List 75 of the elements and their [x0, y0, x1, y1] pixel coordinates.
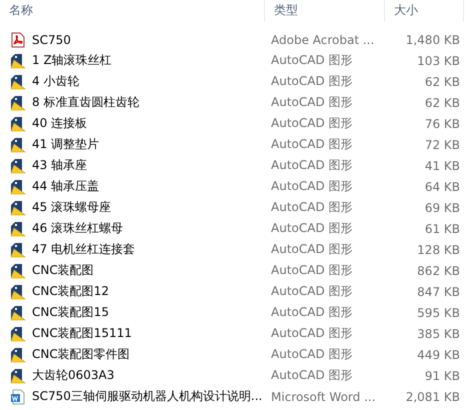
- file-type: AutoCAD 图形: [270, 115, 354, 132]
- autocad-file-icon: [10, 116, 26, 132]
- file-type: AutoCAD 图形: [270, 220, 354, 237]
- file-name[interactable]: 41 调整垫片: [32, 136, 100, 153]
- file-name[interactable]: CNC装配图12: [32, 283, 110, 300]
- file-type: AutoCAD 图形: [270, 346, 354, 363]
- file-name[interactable]: CNC装配图15111: [32, 325, 132, 342]
- file-type: AutoCAD 图形: [270, 94, 354, 111]
- file-size: 862 KB: [416, 264, 460, 278]
- autocad-file-icon: [10, 262, 26, 278]
- file-name[interactable]: 47 电机丝杠连接套: [32, 241, 136, 258]
- file-name[interactable]: 40 连接板: [32, 115, 88, 132]
- file-size: 847 KB: [416, 284, 460, 298]
- autocad-file-icon: [10, 304, 26, 320]
- file-type: AutoCAD 图形: [270, 367, 354, 384]
- file-type: AutoCAD 图形: [270, 262, 354, 279]
- autocad-file-icon: [10, 368, 26, 384]
- file-type: Adobe Acrobat ...: [270, 32, 376, 46]
- file-type: Microsoft Word ...: [270, 390, 377, 404]
- file-size: 1,480 KB: [404, 32, 460, 46]
- file-size: 64 KB: [424, 180, 460, 194]
- file-type: AutoCAD 图形: [270, 52, 354, 69]
- column-header[interactable]: 名称: [0, 0, 265, 22]
- file-type: AutoCAD 图形: [270, 283, 354, 300]
- file-size: 385 KB: [416, 326, 460, 340]
- file-size: 62 KB: [424, 74, 460, 88]
- column-header[interactable]: 类型: [265, 0, 385, 22]
- file-size: 69 KB: [424, 200, 460, 214]
- file-name[interactable]: CNC装配图零件图: [32, 346, 130, 363]
- file-type: AutoCAD 图形: [270, 157, 354, 174]
- file-type: AutoCAD 图形: [270, 241, 354, 258]
- file-size: 2,081 KB: [404, 390, 460, 404]
- autocad-file-icon: [10, 136, 26, 152]
- file-name[interactable]: 43 轴承座: [32, 157, 88, 174]
- file-name[interactable]: CNC装配图: [32, 262, 94, 279]
- file-type: AutoCAD 图形: [270, 304, 354, 321]
- file-name[interactable]: CNC装配图15: [32, 304, 110, 321]
- file-name[interactable]: 45 滚珠螺母座: [32, 199, 112, 216]
- file-size: 41 KB: [424, 158, 460, 172]
- file-type: AutoCAD 图形: [270, 73, 354, 90]
- file-size: 62 KB: [424, 96, 460, 110]
- autocad-file-icon: [10, 52, 26, 68]
- file-name[interactable]: 大齿轮0603A3: [32, 367, 114, 384]
- file-name[interactable]: SC750: [32, 32, 71, 46]
- file-size: 61 KB: [424, 222, 460, 236]
- file-type: AutoCAD 图形: [270, 178, 354, 195]
- file-name[interactable]: 46 滚珠丝杠螺母: [32, 220, 124, 237]
- file-size: 128 KB: [416, 242, 460, 256]
- pdf-file-icon: [10, 32, 26, 48]
- autocad-file-icon: [10, 200, 26, 216]
- file-type: AutoCAD 图形: [270, 136, 354, 153]
- file-size: 103 KB: [416, 54, 460, 68]
- file-size: 595 KB: [416, 306, 460, 320]
- file-name[interactable]: SC750三轴伺服驱动机器人机构设计说明...: [32, 388, 262, 405]
- file-name[interactable]: 1 Z轴滚珠丝杠: [32, 52, 112, 69]
- autocad-file-icon: [10, 158, 26, 174]
- word-file-icon: [10, 388, 26, 404]
- autocad-file-icon: [10, 74, 26, 90]
- file-name[interactable]: 4 小齿轮: [32, 73, 80, 90]
- autocad-file-icon: [10, 284, 26, 300]
- file-size: 72 KB: [424, 138, 460, 152]
- file-size: 76 KB: [424, 116, 460, 130]
- autocad-file-icon: [10, 220, 26, 236]
- autocad-file-icon: [10, 178, 26, 194]
- file-type: AutoCAD 图形: [270, 325, 354, 342]
- file-name[interactable]: 8 标准直齿圆柱齿轮: [32, 94, 140, 111]
- column-header[interactable]: 大小: [385, 0, 464, 22]
- autocad-file-icon: [10, 326, 26, 342]
- autocad-file-icon: [10, 94, 26, 110]
- autocad-file-icon: [10, 346, 26, 362]
- file-size: 449 KB: [416, 348, 460, 362]
- autocad-file-icon: [10, 242, 26, 258]
- file-size: 91 KB: [424, 368, 460, 382]
- file-name[interactable]: 44 轴承压盖: [32, 178, 100, 195]
- file-type: AutoCAD 图形: [270, 199, 354, 216]
